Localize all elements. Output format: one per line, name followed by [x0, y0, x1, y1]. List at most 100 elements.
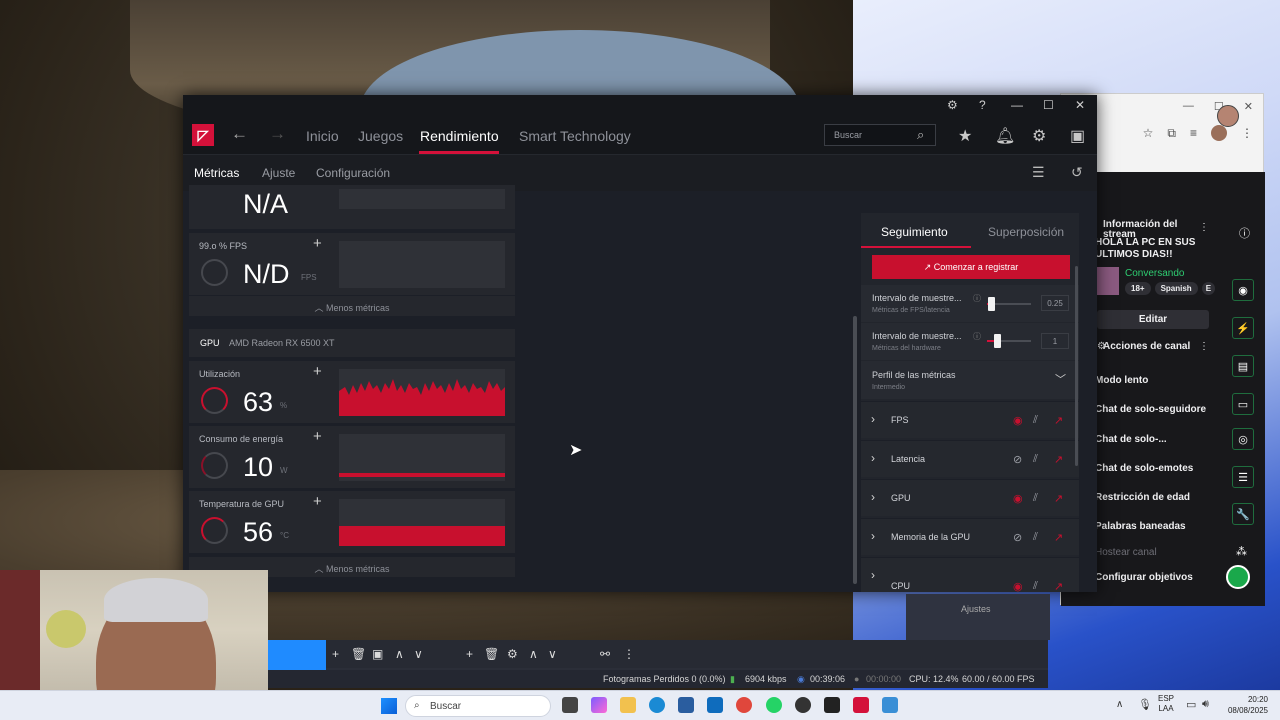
- gear-icon[interactable]: ⚙: [1032, 126, 1046, 146]
- metric-row-cpu[interactable]: › CPU ◉ ⫽ ↗: [861, 557, 1079, 592]
- add-metric-icon[interactable]: +: [313, 428, 322, 445]
- trend-icon[interactable]: ↗: [1054, 580, 1063, 592]
- add-metric-icon[interactable]: +: [313, 493, 322, 510]
- tab-rendimiento[interactable]: Rendimiento: [420, 128, 499, 144]
- tab-smart-technology[interactable]: Smart Technology: [519, 128, 631, 144]
- edit-button[interactable]: Editar: [1097, 310, 1209, 329]
- tab-configuracion[interactable]: Configuración: [316, 166, 390, 180]
- back-arrow-icon[interactable]: ←: [231, 124, 248, 144]
- interval-hw-value[interactable]: 1: [1041, 333, 1069, 349]
- more-icon[interactable]: ⋮: [1199, 341, 1209, 352]
- chart-icon[interactable]: ⫽: [1033, 453, 1038, 466]
- trend-icon[interactable]: ↗: [1054, 492, 1063, 505]
- list-icon[interactable]: ☰: [1232, 466, 1254, 488]
- add-icon[interactable]: +: [332, 647, 339, 661]
- tab-ajuste[interactable]: Ajuste: [262, 166, 295, 180]
- sidebar-toggle-icon[interactable]: ▣: [1070, 126, 1085, 146]
- share-icon[interactable]: ⁂: [1236, 545, 1247, 558]
- obs-settings-label[interactable]: Ajustes: [961, 604, 991, 614]
- tab-inicio[interactable]: Inicio: [306, 128, 339, 144]
- edge-icon[interactable]: [649, 697, 665, 713]
- camera-icon[interactable]: ◉: [1232, 279, 1254, 301]
- wrench-icon[interactable]: 🔧: [1232, 503, 1254, 525]
- app-icon[interactable]: [824, 697, 840, 713]
- chevron-up-icon[interactable]: ∧: [395, 647, 404, 661]
- store-icon[interactable]: [678, 697, 694, 713]
- eye-icon[interactable]: ◉: [1013, 492, 1023, 505]
- list-view-icon[interactable]: ☰: [1032, 164, 1045, 181]
- category-name[interactable]: Conversando: [1125, 268, 1184, 279]
- help-icon[interactable]: ⓘ: [973, 293, 981, 304]
- info-icon[interactable]: ⓘ: [1239, 225, 1250, 241]
- tag-badge[interactable]: E: [1201, 282, 1216, 295]
- more-icon[interactable]: ⋮: [623, 647, 635, 661]
- chart-icon[interactable]: ⫽: [1033, 580, 1038, 592]
- profile-avatar[interactable]: [1211, 125, 1227, 141]
- add-metric-icon[interactable]: +: [313, 363, 322, 380]
- start-recording-button[interactable]: ↗ Comenzar a registrar: [872, 255, 1070, 279]
- clock[interactable]: 20:20 08/08/2025: [1222, 694, 1268, 716]
- star-icon[interactable]: ☆: [1143, 126, 1154, 140]
- metric-row-latency[interactable]: › Latencia ⊘ ⫽ ↗: [861, 440, 1079, 477]
- close-icon[interactable]: ✕: [1244, 100, 1253, 113]
- minimize-icon[interactable]: —: [1011, 98, 1023, 112]
- maximize-icon[interactable]: ☐: [1043, 98, 1054, 112]
- interval-fps-value[interactable]: 0.25: [1041, 295, 1069, 311]
- minimize-icon[interactable]: —: [1183, 100, 1194, 112]
- chevron-down-icon[interactable]: ∨: [414, 647, 423, 661]
- language-indicator[interactable]: ESP LAA: [1158, 694, 1174, 714]
- more-icon[interactable]: ⋮: [1199, 222, 1209, 233]
- search-icon[interactable]: ⌕: [917, 127, 924, 143]
- trash-icon[interactable]: 🗑︎: [484, 647, 499, 661]
- app-icon[interactable]: [882, 697, 898, 713]
- eye-icon[interactable]: ◉: [1013, 580, 1023, 592]
- less-metrics-button[interactable]: ︿ Menos métricas: [189, 296, 515, 316]
- start-button-icon[interactable]: [381, 698, 397, 714]
- more-icon[interactable]: ⋮: [1241, 126, 1253, 140]
- microphone-icon[interactable]: 🎙︎: [1138, 698, 1152, 711]
- transition-icon[interactable]: ⚯: [600, 647, 610, 661]
- chevron-up-icon[interactable]: ∧: [1116, 699, 1123, 710]
- scrollbar[interactable]: [853, 316, 857, 584]
- scrollbar[interactable]: [1075, 266, 1078, 466]
- channel-avatar[interactable]: [1217, 105, 1239, 127]
- tab-seguimiento[interactable]: Seguimiento: [881, 225, 948, 239]
- metric-row-gpu-memory[interactable]: › Memoria de la GPU ⊘ ⫽ ↗: [861, 518, 1079, 555]
- chevron-down-icon[interactable]: ∨: [548, 647, 557, 661]
- tag-badge[interactable]: Spanish: [1154, 282, 1198, 295]
- bug-report-icon[interactable]: ⚙: [947, 98, 958, 112]
- eye-icon[interactable]: ◉: [1013, 414, 1023, 427]
- forward-arrow-icon[interactable]: →: [269, 124, 286, 144]
- chart-icon[interactable]: ⫽: [1033, 414, 1038, 427]
- slider-thumb[interactable]: [988, 297, 996, 311]
- help-icon[interactable]: ?: [979, 98, 986, 112]
- tab-superposicion[interactable]: Superposición: [988, 225, 1064, 239]
- broadcast-icon[interactable]: ◎: [1232, 428, 1254, 450]
- metric-row-fps[interactable]: › FPS ◉ ⫽ ↗: [861, 401, 1079, 438]
- tab-metricas[interactable]: Métricas: [194, 166, 239, 180]
- trend-icon[interactable]: ↗: [1054, 453, 1063, 466]
- tag-badge[interactable]: 18+: [1125, 282, 1151, 295]
- network-icon[interactable]: ▭: [1186, 698, 1196, 711]
- trash-icon[interactable]: 🗑︎: [351, 647, 366, 661]
- tab-juegos[interactable]: Juegos: [358, 128, 403, 144]
- filter-icon[interactable]: ▣: [372, 647, 383, 661]
- add-metric-icon[interactable]: +: [313, 235, 322, 252]
- file-explorer-icon[interactable]: [620, 697, 636, 713]
- whatsapp-icon[interactable]: [766, 697, 782, 713]
- reset-icon[interactable]: ↺: [1071, 164, 1083, 181]
- extensions-icon[interactable]: ⧉: [1167, 126, 1176, 141]
- trend-icon[interactable]: ↗: [1054, 531, 1063, 544]
- search-input[interactable]: Buscar ⌕: [824, 124, 936, 146]
- obs-icon[interactable]: [795, 697, 811, 713]
- trend-icon[interactable]: ↗: [1054, 414, 1063, 427]
- chrome-icon[interactable]: [736, 697, 752, 713]
- metric-row-gpu[interactable]: › GPU ◉ ⫽ ↗: [861, 479, 1079, 516]
- eye-off-icon[interactable]: ⊘: [1013, 531, 1022, 544]
- amd-icon[interactable]: [853, 697, 869, 713]
- close-icon[interactable]: ✕: [1075, 98, 1085, 112]
- lightning-icon[interactable]: ⚡: [1232, 317, 1254, 339]
- reading-list-icon[interactable]: ≡: [1190, 126, 1197, 140]
- interval-hw-slider[interactable]: [987, 334, 1031, 348]
- chat-icon[interactable]: ▭: [1232, 393, 1254, 415]
